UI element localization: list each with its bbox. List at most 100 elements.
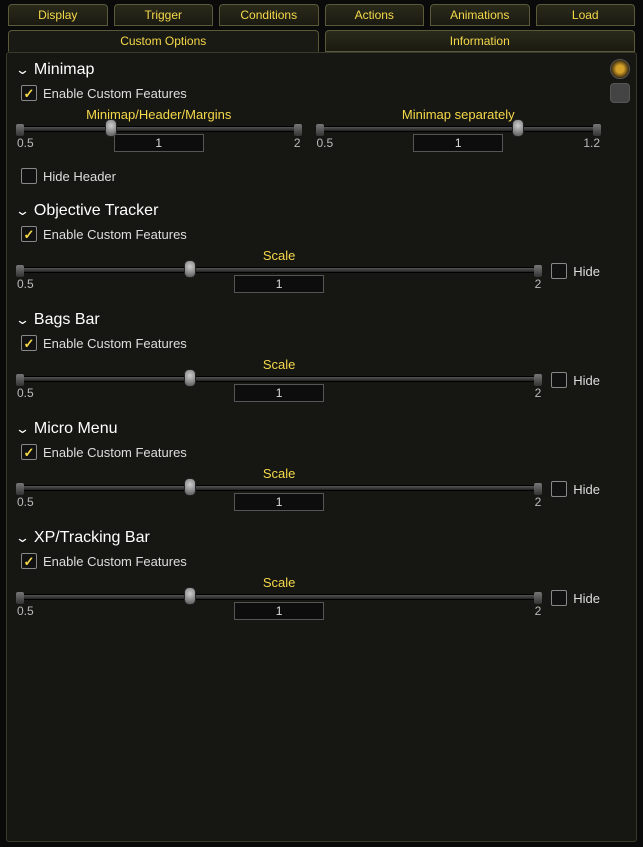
slider-minimap-margins: Minimap/Header/Margins 0.5 2 1: [17, 105, 301, 152]
primary-tabs: Display Trigger Conditions Actions Anima…: [0, 0, 643, 26]
scale-row-bags: Scale 0.5 2 1 Hide: [17, 355, 600, 402]
enable-label: Enable Custom Features: [43, 554, 187, 569]
enable-row-minimap: Enable Custom Features: [21, 85, 600, 101]
slider-min: 0.5: [17, 495, 34, 509]
options-panel: ⌄ Minimap Enable Custom Features Minimap…: [6, 52, 637, 842]
slider-min: 0.5: [317, 136, 334, 150]
slider-min: 0.5: [17, 386, 34, 400]
section-header-xp[interactable]: ⌄ XP/Tracking Bar: [17, 529, 600, 547]
hide-label: Hide: [573, 591, 600, 606]
slider-max: 2: [294, 136, 301, 150]
hide-checkbox-xp[interactable]: [551, 590, 567, 606]
hide-checkbox-objective[interactable]: [551, 263, 567, 279]
chevron-down-icon: ⌄: [15, 421, 30, 437]
enable-label: Enable Custom Features: [43, 336, 187, 351]
slider-value-input[interactable]: 1: [413, 134, 503, 152]
enable-checkbox-minimap[interactable]: [21, 85, 37, 101]
scale-row-xp: Scale 0.5 2 1 Hide: [17, 573, 600, 620]
enable-label: Enable Custom Features: [43, 86, 187, 101]
hide-row-micro: Hide: [551, 481, 600, 497]
tab-load[interactable]: Load: [536, 4, 636, 26]
tab-information[interactable]: Information: [325, 30, 636, 52]
eye-icon[interactable]: [610, 59, 630, 79]
section-minimap: ⌄ Minimap Enable Custom Features Minimap…: [17, 61, 626, 184]
section-header-bags[interactable]: ⌄ Bags Bar: [17, 311, 600, 329]
slider-track[interactable]: [17, 376, 541, 382]
enable-row-bags: Enable Custom Features: [21, 335, 600, 351]
slider-label: Minimap separately: [317, 107, 601, 122]
slider-min: 0.5: [17, 277, 34, 291]
chevron-down-icon: ⌄: [15, 203, 30, 219]
hide-label: Hide: [573, 373, 600, 388]
section-header-objective[interactable]: ⌄ Objective Tracker: [17, 202, 600, 220]
chevron-down-icon: ⌄: [15, 530, 30, 546]
tab-trigger[interactable]: Trigger: [114, 4, 214, 26]
minimap-sliders: Minimap/Header/Margins 0.5 2 1 Minimap s…: [17, 105, 600, 152]
hide-row-xp: Hide: [551, 590, 600, 606]
enable-checkbox-xp[interactable]: [21, 553, 37, 569]
scale-row-objective: Scale 0.5 2 1 Hide: [17, 246, 600, 293]
section-header-micro[interactable]: ⌄ Micro Menu: [17, 420, 600, 438]
slider-max: 2: [535, 495, 542, 509]
enable-row-micro: Enable Custom Features: [21, 444, 600, 460]
chevron-down-icon: ⌄: [15, 312, 30, 328]
slider-label: Scale: [17, 575, 541, 590]
enable-checkbox-objective[interactable]: [21, 226, 37, 242]
tab-conditions[interactable]: Conditions: [219, 4, 319, 26]
slider-label: Scale: [17, 357, 541, 372]
slider-max: 2: [535, 386, 542, 400]
section-title: XP/Tracking Bar: [34, 529, 150, 547]
enable-checkbox-bags[interactable]: [21, 335, 37, 351]
chevron-down-icon: ⌄: [15, 62, 30, 78]
slider-min: 0.5: [17, 604, 34, 618]
tab-actions[interactable]: Actions: [325, 4, 425, 26]
slider-track[interactable]: [17, 267, 541, 273]
hide-label: Hide: [573, 264, 600, 279]
slider-label: Scale: [17, 466, 541, 481]
slider-track[interactable]: [17, 485, 541, 491]
slider-label: Minimap/Header/Margins: [17, 107, 301, 122]
hide-checkbox-bags[interactable]: [551, 372, 567, 388]
slider-minimap-separately: Minimap separately 0.5 1.2 1: [317, 105, 601, 152]
section-header-minimap[interactable]: ⌄ Minimap: [17, 61, 600, 79]
hide-row-objective: Hide: [551, 263, 600, 279]
section-title: Minimap: [34, 61, 94, 79]
hide-header-checkbox[interactable]: [21, 168, 37, 184]
section-xp-tracking: ⌄ XP/Tracking Bar Enable Custom Features…: [17, 529, 626, 620]
section-title: Micro Menu: [34, 420, 118, 438]
secondary-tabs: Custom Options Information: [0, 26, 643, 52]
enable-checkbox-micro[interactable]: [21, 444, 37, 460]
slider-track[interactable]: [317, 126, 601, 132]
hide-label: Hide: [573, 482, 600, 497]
section-bags-bar: ⌄ Bags Bar Enable Custom Features Scale …: [17, 311, 626, 402]
panel-side-buttons: [610, 59, 630, 103]
tab-custom-options[interactable]: Custom Options: [8, 30, 319, 52]
tab-display[interactable]: Display: [8, 4, 108, 26]
hide-row-bags: Hide: [551, 372, 600, 388]
slider-max: 1.2: [583, 136, 600, 150]
hide-header-row: Hide Header: [21, 168, 600, 184]
slider-label: Scale: [17, 248, 541, 263]
expand-icon[interactable]: [610, 83, 630, 103]
slider-max: 2: [535, 277, 542, 291]
slider-value-input[interactable]: 1: [234, 275, 324, 293]
slider-value-input[interactable]: 1: [234, 602, 324, 620]
enable-row-objective: Enable Custom Features: [21, 226, 600, 242]
scale-row-micro: Scale 0.5 2 1 Hide: [17, 464, 600, 511]
slider-track[interactable]: [17, 126, 301, 132]
enable-row-xp: Enable Custom Features: [21, 553, 600, 569]
slider-max: 2: [535, 604, 542, 618]
section-objective-tracker: ⌄ Objective Tracker Enable Custom Featur…: [17, 202, 626, 293]
slider-value-input[interactable]: 1: [114, 134, 204, 152]
hide-header-label: Hide Header: [43, 169, 116, 184]
slider-track[interactable]: [17, 594, 541, 600]
enable-label: Enable Custom Features: [43, 445, 187, 460]
section-title: Bags Bar: [34, 311, 100, 329]
slider-value-input[interactable]: 1: [234, 384, 324, 402]
slider-value-input[interactable]: 1: [234, 493, 324, 511]
hide-checkbox-micro[interactable]: [551, 481, 567, 497]
tab-animations[interactable]: Animations: [430, 4, 530, 26]
enable-label: Enable Custom Features: [43, 227, 187, 242]
slider-min: 0.5: [17, 136, 34, 150]
section-micro-menu: ⌄ Micro Menu Enable Custom Features Scal…: [17, 420, 626, 511]
